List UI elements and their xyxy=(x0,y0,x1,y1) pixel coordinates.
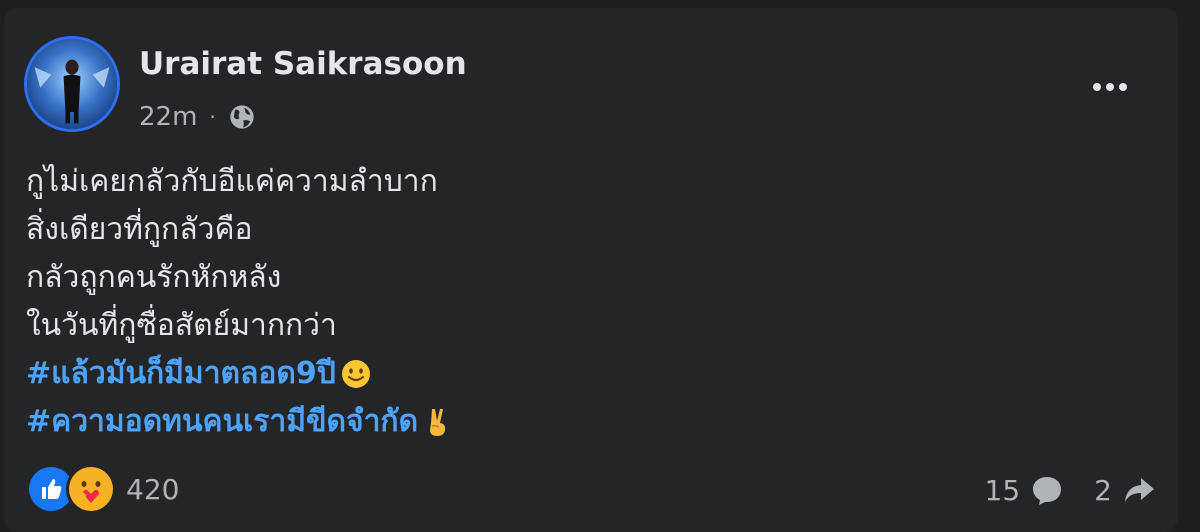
comment-count: 15 xyxy=(984,473,1021,507)
slightly-smiling-emoji xyxy=(340,358,372,390)
post-line: สิ่งเดียวที่กูกลัวคือ xyxy=(26,212,253,247)
author-name[interactable]: Urairat Saikrasoon xyxy=(139,46,467,82)
globe-icon[interactable] xyxy=(228,103,256,131)
meta-separator: · xyxy=(209,105,216,129)
post-body: กูไม่เคยกลัวกับอีแค่ความลำบาก สิ่งเดียวท… xyxy=(26,158,1126,446)
victory-hand-emoji xyxy=(422,406,454,438)
comments-stat[interactable]: 15 xyxy=(985,473,1065,507)
post-line: ในวันที่กูซื่อสัตย์มากกว่า xyxy=(26,308,337,343)
share-count: 2 xyxy=(1094,473,1112,507)
more-options-icon[interactable] xyxy=(1086,68,1134,106)
comment-icon xyxy=(1020,473,1064,507)
post-line: กูไม่เคยกลัวกับอีแค่ความลำบาก xyxy=(26,164,438,199)
reaction-summary[interactable]: 420 xyxy=(26,464,180,514)
hashtag-link[interactable]: #แล้วมันก็มีมาตลอด9ปี xyxy=(26,350,336,398)
shares-stat[interactable]: 2 xyxy=(1094,473,1156,507)
hashtag-line: #แล้วมันก็มีมาตลอด9ปี xyxy=(26,350,1126,398)
post-card: Urairat Saikrasoon 22m · กูไม่เคยกลัวกับ… xyxy=(4,8,1178,532)
avatar-image xyxy=(27,39,117,129)
share-icon xyxy=(1112,473,1156,507)
post-line: กลัวถูกคนรักหักหลัง xyxy=(26,260,282,295)
author-avatar[interactable] xyxy=(24,36,120,132)
engagement-stats: 15 2 xyxy=(985,468,1156,512)
post-time[interactable]: 22m xyxy=(139,102,197,132)
care-reaction-icon xyxy=(66,464,116,514)
post-meta: 22m · xyxy=(139,100,256,134)
hashtag-line: #ความอดทนคนเรามีขีดจำกัด xyxy=(26,398,1126,446)
reaction-count: 420 xyxy=(126,472,180,506)
hashtag-link[interactable]: #ความอดทนคนเรามีขีดจำกัด xyxy=(26,398,418,446)
